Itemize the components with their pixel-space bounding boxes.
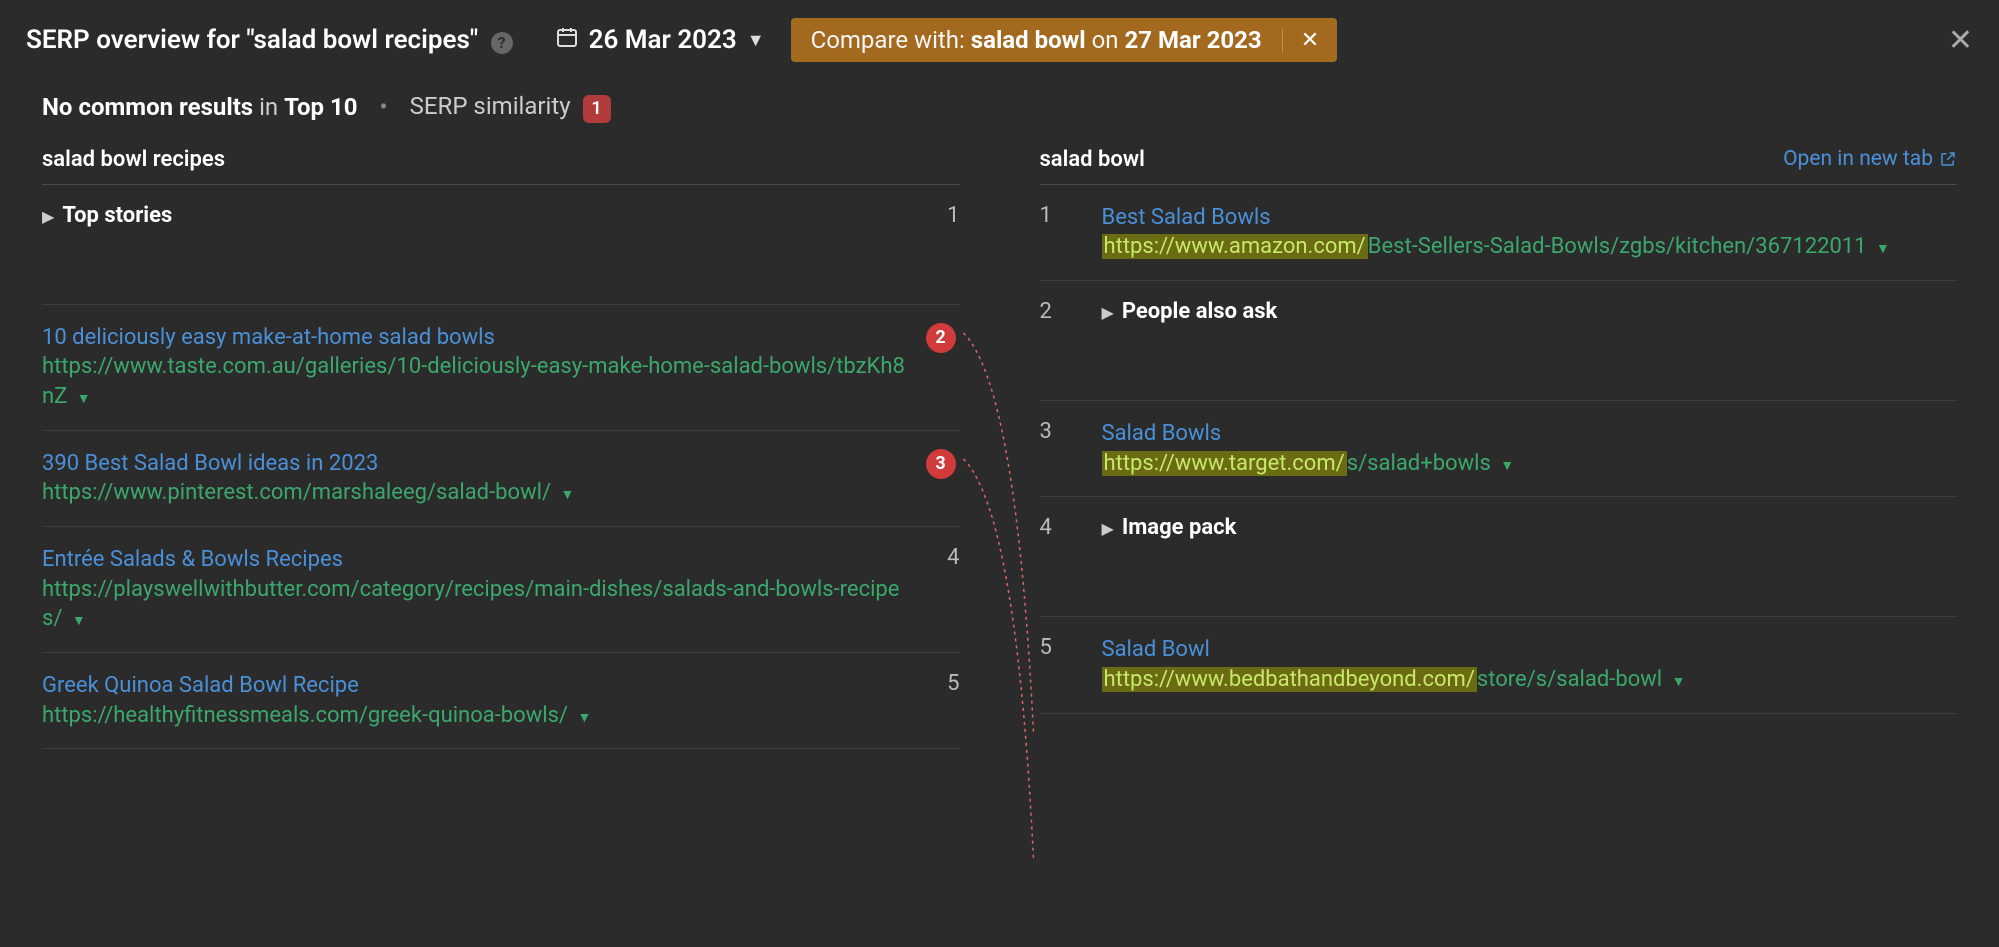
chevron-down-icon[interactable]: ▼: [72, 613, 86, 629]
expand-icon: ▶: [42, 207, 54, 226]
rank-number: 4: [1040, 515, 1084, 540]
result-title[interactable]: Entrée Salads & Bowls Recipes: [42, 545, 908, 575]
rank-number: 5: [1040, 635, 1084, 660]
serp-row: ▶ Top stories 1: [42, 185, 960, 305]
serp-feature[interactable]: ▶ People also ask: [1102, 299, 1958, 324]
result-url[interactable]: https://healthyfitnessmeals.com/greek-qu…: [42, 701, 908, 731]
compare-close-button[interactable]: ✕: [1282, 28, 1337, 53]
rank-number: 3: [1040, 419, 1084, 444]
result-url[interactable]: https://www.pinterest.com/marshaleeg/sal…: [42, 478, 908, 508]
expand-icon: ▶: [1102, 519, 1114, 538]
feature-label: People also ask: [1122, 299, 1278, 324]
chevron-down-icon[interactable]: ▼: [1876, 241, 1890, 257]
feature-label: Image pack: [1122, 515, 1237, 540]
chevron-down-icon[interactable]: ▼: [577, 710, 591, 726]
external-link-icon: [1939, 150, 1957, 168]
calendar-icon: [555, 25, 579, 56]
page-title: SERP overview for "salad bowl recipes" ?: [26, 25, 513, 55]
result-title[interactable]: 10 deliciously easy make-at-home salad b…: [42, 323, 908, 353]
date-label: 26 Mar 2023: [589, 25, 737, 55]
help-icon[interactable]: ?: [491, 32, 513, 54]
result-url[interactable]: https://www.bedbathandbeyond.com/store/s…: [1102, 665, 1958, 695]
serp-similarity: SERP similarity 1: [410, 92, 611, 123]
serp-row: 10 deliciously easy make-at-home salad b…: [42, 305, 960, 431]
expand-icon: ▶: [1102, 303, 1114, 322]
rank-number: 2: [926, 323, 960, 353]
rank-number: 2: [1040, 299, 1084, 324]
serp-row: 4 ▶ Image pack: [1040, 497, 1958, 617]
common-results-text: No common results in Top 10: [42, 93, 358, 121]
chevron-down-icon[interactable]: ▼: [77, 391, 91, 407]
result-url[interactable]: https://www.taste.com.au/galleries/10-de…: [42, 352, 908, 411]
serp-row: 2 ▶ People also ask: [1040, 281, 1958, 401]
result-url[interactable]: https://www.amazon.com/Best-Sellers-Sala…: [1102, 232, 1958, 262]
serp-row: Entrée Salads & Bowls Recipeshttps://pla…: [42, 527, 960, 653]
separator: •: [380, 93, 388, 121]
chevron-down-icon[interactable]: ▼: [561, 487, 575, 503]
open-new-tab-link[interactable]: Open in new tab: [1783, 147, 1957, 171]
result-url[interactable]: https://playswellwithbutter.com/category…: [42, 575, 908, 634]
right-column-title: salad bowl: [1040, 147, 1145, 172]
rank-bubble: 3: [926, 449, 956, 479]
rank-number: 5: [926, 671, 960, 696]
left-column: salad bowl recipes ▶ Top stories 1 10 delic…: [42, 147, 960, 750]
highlighted-domain: https://www.target.com/: [1102, 451, 1347, 476]
result-title[interactable]: Salad Bowls: [1102, 419, 1958, 449]
serp-row: Greek Quinoa Salad Bowl Recipehttps://he…: [42, 653, 960, 749]
left-column-title: salad bowl recipes: [42, 147, 225, 172]
serp-row: 390 Best Salad Bowl ideas in 2023https:/…: [42, 431, 960, 527]
similarity-badge: 1: [583, 95, 611, 123]
result-title[interactable]: Best Salad Bowls: [1102, 203, 1958, 233]
result-title[interactable]: Greek Quinoa Salad Bowl Recipe: [42, 671, 908, 701]
highlighted-domain: https://www.bedbathandbeyond.com/: [1102, 667, 1477, 692]
rank-number: 4: [926, 545, 960, 570]
serp-feature[interactable]: ▶ Top stories: [42, 203, 908, 228]
chevron-down-icon[interactable]: ▼: [1672, 674, 1686, 690]
result-title[interactable]: Salad Bowl: [1102, 635, 1958, 665]
rank-number: 1: [1040, 203, 1084, 228]
serp-feature[interactable]: ▶ Image pack: [1102, 515, 1958, 540]
summary-bar: No common results in Top 10 • SERP simil…: [0, 80, 1999, 147]
serp-row: 5 Salad Bowlhttps://www.bedbathandbeyond.…: [1040, 617, 1958, 713]
rank-number: 3: [926, 449, 960, 479]
header: SERP overview for "salad bowl recipes" ?…: [0, 0, 1999, 80]
serp-row: 3 Salad Bowlshttps://www.target.com/s/sal…: [1040, 401, 1958, 497]
rank-number: 1: [926, 203, 960, 228]
highlighted-domain: https://www.amazon.com/: [1102, 234, 1368, 259]
chevron-down-icon[interactable]: ▼: [1500, 458, 1514, 474]
serp-row: 1 Best Salad Bowlshttps://www.amazon.com/…: [1040, 185, 1958, 281]
chevron-down-icon: ▼: [747, 30, 765, 51]
result-title[interactable]: 390 Best Salad Bowl ideas in 2023: [42, 449, 908, 479]
rank-bubble: 2: [926, 323, 956, 353]
result-url[interactable]: https://www.target.com/s/salad+bowls ▼: [1102, 449, 1958, 479]
close-icon[interactable]: ✕: [1948, 23, 1973, 58]
right-column: salad bowl Open in new tab 1 Best Salad B…: [1040, 147, 1958, 750]
compare-pill: Compare with: salad bowl on 27 Mar 2023 …: [791, 18, 1338, 62]
compare-text: Compare with: salad bowl on 27 Mar 2023: [791, 26, 1282, 54]
date-picker[interactable]: 26 Mar 2023 ▼: [555, 25, 765, 56]
serp-columns: salad bowl recipes ▶ Top stories 1 10 delic…: [0, 147, 1999, 750]
feature-label: Top stories: [62, 203, 172, 228]
